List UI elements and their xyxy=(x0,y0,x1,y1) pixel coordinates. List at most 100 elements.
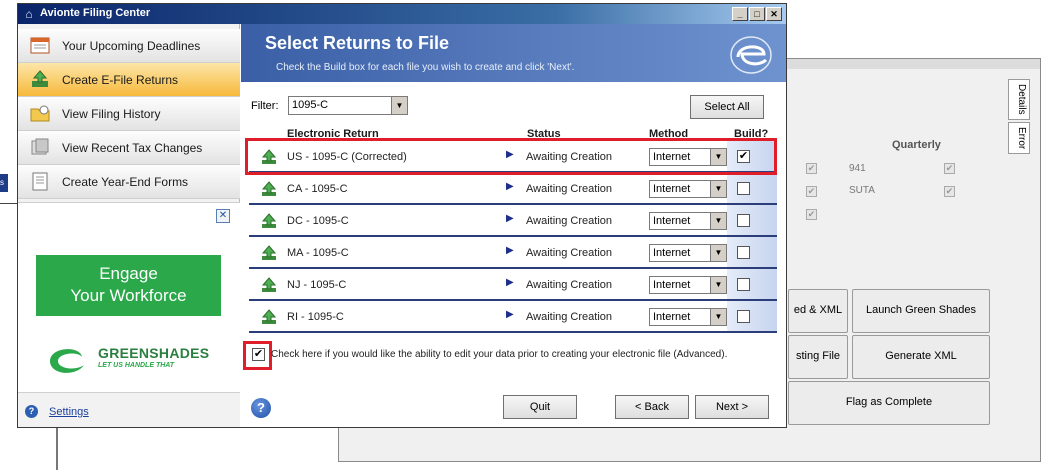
background-button-ed-xml[interactable]: ed & XML xyxy=(788,289,848,333)
return-status: Awaiting Creation xyxy=(526,183,613,195)
table-row: DC - 1095-C ▶ Awaiting Creation Internet… xyxy=(249,205,777,237)
calendar-icon xyxy=(28,35,52,57)
method-select[interactable]: Internet ▼ xyxy=(649,308,727,326)
table-row: RI - 1095-C ▶ Awaiting Creation Internet… xyxy=(249,301,777,333)
sidebar-item-year-end-forms[interactable]: Create Year-End Forms xyxy=(18,165,240,199)
build-checkbox[interactable] xyxy=(737,278,750,291)
upload-icon xyxy=(261,213,277,228)
main-content: Select Returns to File Check the Build b… xyxy=(241,24,786,427)
page-title: Select Returns to File xyxy=(265,33,450,53)
play-arrow-icon: ▶ xyxy=(506,309,514,320)
method-value: Internet xyxy=(653,215,691,227)
document-icon xyxy=(28,171,52,193)
upload-icon xyxy=(261,309,277,324)
upload-icon xyxy=(261,277,277,292)
background-checkbox: ✔ xyxy=(806,186,817,197)
tab-details[interactable]: Details xyxy=(1008,79,1030,120)
stray-badge: s xyxy=(0,174,8,192)
ad-line-1: Engage xyxy=(99,264,158,283)
ad-banner[interactable]: Engage Your Workforce xyxy=(36,255,221,316)
return-name: CA - 1095-C xyxy=(287,183,348,195)
sidebar-item-create-efile-returns[interactable]: Create E-File Returns xyxy=(18,63,240,97)
sidebar: Your Upcoming Deadlines Create E-File Re… xyxy=(18,24,240,427)
page-subtitle: Check the Build box for each file you wi… xyxy=(276,62,575,73)
build-cell-bg xyxy=(727,173,777,203)
quarterly-item-941: 941 xyxy=(849,163,866,174)
sidebar-item-label: Create E-File Returns xyxy=(62,73,179,87)
background-button-sting-file[interactable]: sting File xyxy=(788,335,848,379)
sidebar-item-label: Create Year-End Forms xyxy=(62,175,189,189)
background-checkbox: ✔ xyxy=(944,186,955,197)
method-value: Internet xyxy=(653,311,691,323)
background-checkbox: ✔ xyxy=(944,163,955,174)
maximize-button[interactable]: □ xyxy=(749,7,765,21)
play-arrow-icon: ▶ xyxy=(506,213,514,224)
method-select[interactable]: Internet ▼ xyxy=(649,244,727,262)
greenshades-swoosh-icon xyxy=(50,349,84,373)
return-name: RI - 1095-C xyxy=(287,311,344,323)
method-value: Internet xyxy=(653,183,691,195)
tab-error[interactable]: Error xyxy=(1008,121,1030,154)
table-row: MA - 1095-C ▶ Awaiting Creation Internet… xyxy=(249,237,777,269)
minimize-button[interactable]: _ xyxy=(732,7,748,21)
stray-divider xyxy=(0,203,18,204)
settings-link[interactable]: Settings xyxy=(49,406,89,418)
build-cell-bg xyxy=(727,301,777,331)
folder-icon xyxy=(28,103,52,125)
launch-green-shades-button[interactable]: Launch Green Shades xyxy=(852,289,990,333)
ad-line-2: Your Workforce xyxy=(70,286,187,305)
generate-xml-button[interactable]: Generate XML xyxy=(852,335,990,379)
return-status: Awaiting Creation xyxy=(526,311,613,323)
build-checkbox[interactable] xyxy=(737,246,750,259)
table-row: CA - 1095-C ▶ Awaiting Creation Internet… xyxy=(249,173,777,205)
return-status: Awaiting Creation xyxy=(526,279,613,291)
build-checkbox[interactable] xyxy=(737,310,750,323)
chevron-down-icon[interactable]: ▼ xyxy=(710,277,726,293)
filter-label: Filter: xyxy=(251,100,279,112)
greenshades-name: GREENSHADES xyxy=(98,345,210,361)
chevron-down-icon[interactable]: ▼ xyxy=(710,181,726,197)
help-icon[interactable]: ? xyxy=(251,398,271,418)
content-header: Select Returns to File Check the Build b… xyxy=(241,24,786,82)
chevron-down-icon[interactable]: ▼ xyxy=(710,245,726,261)
select-all-button[interactable]: Select All xyxy=(690,95,764,119)
chevron-down-icon[interactable]: ▼ xyxy=(710,309,726,325)
window-title: Avionte Filing Center xyxy=(40,7,151,19)
upload-icon xyxy=(261,245,277,260)
quarterly-header: Quarterly xyxy=(892,139,941,151)
build-checkbox[interactable] xyxy=(737,182,750,195)
filter-select[interactable]: 1095-C ▼ xyxy=(288,96,408,115)
method-select[interactable]: Internet ▼ xyxy=(649,276,727,294)
upload-icon xyxy=(261,181,277,196)
help-icon[interactable]: ? xyxy=(25,405,38,418)
greenshades-logo: GREENSHADES LET US HANDLE THAT xyxy=(42,339,222,381)
title-bar[interactable]: ⌂ Avionte Filing Center _ □ ✕ xyxy=(18,4,786,24)
next-button[interactable]: Next > xyxy=(695,395,769,419)
chevron-down-icon[interactable]: ▼ xyxy=(710,213,726,229)
highlight-box-advanced xyxy=(243,341,272,370)
return-status: Awaiting Creation xyxy=(526,247,613,259)
background-tabs: Details Error xyxy=(1008,79,1036,156)
flag-as-complete-button[interactable]: Flag as Complete xyxy=(788,381,990,425)
build-cell-bg xyxy=(727,237,777,267)
build-checkbox[interactable] xyxy=(737,214,750,227)
back-button[interactable]: < Back xyxy=(615,395,689,419)
play-arrow-icon: ▶ xyxy=(506,277,514,288)
sidebar-item-recent-tax-changes[interactable]: View Recent Tax Changes xyxy=(18,131,240,165)
close-button[interactable]: ✕ xyxy=(766,7,782,21)
sidebar-item-filing-history[interactable]: View Filing History xyxy=(18,97,240,131)
sidebar-item-upcoming-deadlines[interactable]: Your Upcoming Deadlines xyxy=(18,29,240,63)
method-select[interactable]: Internet ▼ xyxy=(649,212,727,230)
close-ad-icon[interactable]: ✕ xyxy=(216,209,230,223)
build-cell-bg xyxy=(727,269,777,299)
return-name: MA - 1095-C xyxy=(287,247,349,259)
chevron-down-icon[interactable]: ▼ xyxy=(391,97,407,114)
background-checkbox: ✔ xyxy=(806,163,817,174)
sidebar-footer: ? Settings xyxy=(18,392,240,427)
method-select[interactable]: Internet ▼ xyxy=(649,180,727,198)
return-status: Awaiting Creation xyxy=(526,215,613,227)
highlight-box-first-row xyxy=(245,138,777,175)
background-checkbox: ✔ xyxy=(806,209,817,220)
quarterly-item-suta: SUTA xyxy=(849,185,875,196)
quit-button[interactable]: Quit xyxy=(503,395,577,419)
